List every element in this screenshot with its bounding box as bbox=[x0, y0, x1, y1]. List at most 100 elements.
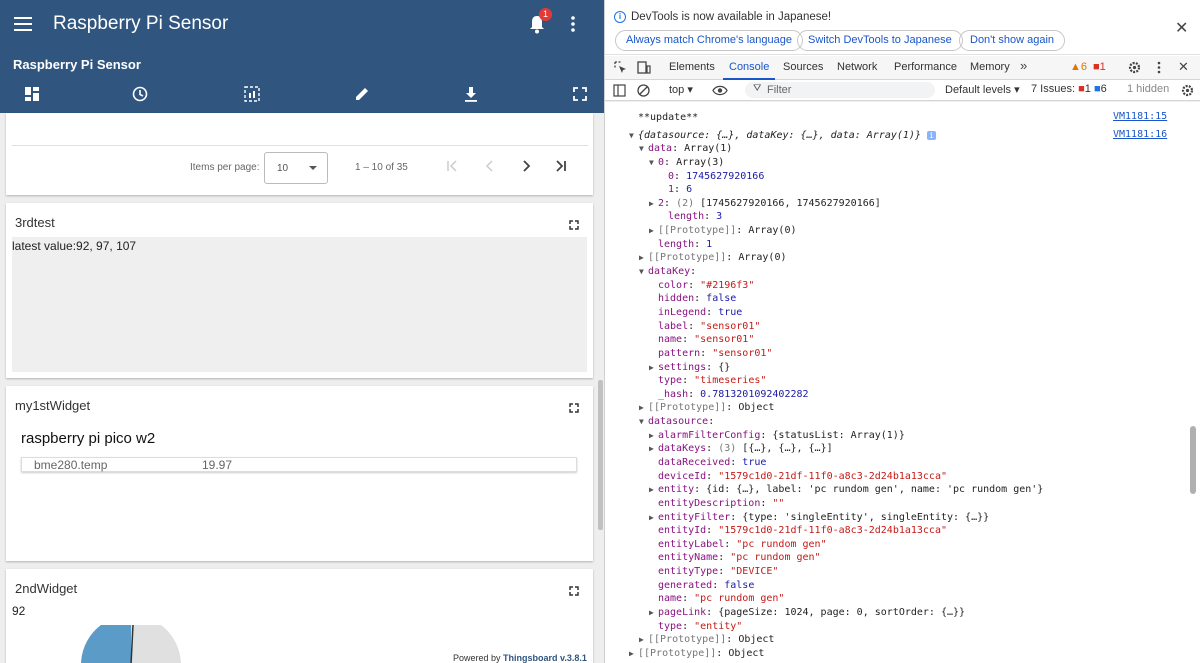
table-widget: Items per page: 10 1 – 10 of 35 bbox=[6, 113, 593, 195]
dashboard-content: Items per page: 10 1 – 10 of 35 3rdtest … bbox=[0, 113, 604, 663]
console-tree-node: length: 1 bbox=[658, 238, 713, 250]
context-select[interactable]: top ▾ bbox=[669, 83, 693, 96]
tab-performance[interactable]: Performance bbox=[894, 61, 957, 73]
last-page-icon[interactable] bbox=[555, 160, 567, 172]
dont-show-button[interactable]: Don't show again bbox=[959, 30, 1066, 51]
tab-elements[interactable]: Elements bbox=[669, 61, 715, 73]
console-tree-node: type: "entity" bbox=[658, 620, 743, 632]
clear-console-icon[interactable] bbox=[637, 84, 650, 97]
console-tree-node[interactable]: ▶ [[Prototype]]: Object bbox=[629, 647, 764, 661]
fullscreen-icon[interactable] bbox=[569, 220, 579, 230]
eye-icon[interactable] bbox=[712, 85, 728, 96]
console-tree-node: hidden: false bbox=[658, 293, 737, 305]
history-icon[interactable] bbox=[132, 86, 148, 102]
download-icon[interactable] bbox=[463, 86, 479, 102]
device-toolbar-icon[interactable] bbox=[637, 61, 651, 74]
console-tree-node: entityLabel: "pc rundom gen" bbox=[658, 538, 827, 550]
console-log-label: **update** bbox=[638, 112, 699, 123]
widget-body: latest value:92, 97, 107 bbox=[12, 237, 587, 372]
console-tree-node[interactable]: ▶ pageLink: {pageSize: 1024, page: 0, sor… bbox=[649, 606, 965, 620]
tab-memory[interactable]: Memory bbox=[970, 61, 1010, 73]
gauge-value: 92 bbox=[12, 604, 26, 618]
fullscreen-icon[interactable] bbox=[572, 86, 588, 102]
close-devtools-icon[interactable]: ✕ bbox=[1178, 59, 1189, 75]
console-tree-node: length: 3 bbox=[668, 211, 723, 223]
console-tree-node[interactable]: ▼ {datasource: {…}, dataKey: {…}, data: A… bbox=[629, 129, 936, 143]
filter-placeholder: Filter bbox=[767, 84, 792, 96]
more-vert-icon[interactable] bbox=[1157, 61, 1161, 74]
console-tree-node[interactable]: ▶ entityFilter: {type: 'singleEntity', si… bbox=[649, 511, 989, 525]
console-filter-bar: top ▾ ⛛ Filter Default levels ▾ 7 Issues… bbox=[605, 80, 1200, 101]
console-settings-icon[interactable] bbox=[1181, 84, 1194, 97]
console-tree-node[interactable]: ▶ entity: {id: {…}, label: 'pc rundom gen… bbox=[649, 483, 1043, 497]
tab-sources[interactable]: Sources bbox=[783, 61, 823, 73]
menu-icon[interactable] bbox=[14, 14, 32, 34]
language-infobar: i DevTools is now available in Japanese!… bbox=[605, 0, 1200, 55]
page-range: 1 – 10 of 35 bbox=[355, 162, 408, 173]
warning-icon[interactable]: ▲6 bbox=[1070, 61, 1087, 73]
widget-title: 2ndWidget bbox=[15, 581, 78, 596]
source-link[interactable]: VM1181:15 bbox=[1113, 111, 1167, 122]
dashboard-layout-icon[interactable] bbox=[24, 86, 40, 102]
fullscreen-icon[interactable] bbox=[569, 403, 579, 413]
info-icon: i bbox=[614, 11, 626, 23]
console-tree-node: dataReceived: true bbox=[658, 457, 767, 468]
infobar-text: DevTools is now available in Japanese! bbox=[631, 11, 832, 23]
dashboard-title: Raspberry Pi Sensor bbox=[13, 57, 141, 72]
switch-japanese-button[interactable]: Switch DevTools to Japanese bbox=[797, 30, 963, 51]
thingsboard-link[interactable]: Thingsboard v.3.8.1 bbox=[503, 653, 587, 663]
prev-page-icon[interactable] bbox=[484, 160, 496, 172]
console-tree-node[interactable]: ▼ data: Array(1) bbox=[639, 142, 732, 156]
console-tree-node[interactable]: ▶ [[Prototype]]: Array(0) bbox=[649, 224, 797, 238]
source-link[interactable]: VM1181:16 bbox=[1113, 129, 1167, 140]
fullscreen-icon[interactable] bbox=[569, 586, 579, 596]
console-tree-node[interactable]: ▶ settings: {} bbox=[649, 361, 730, 375]
filter-input[interactable]: ⛛ Filter bbox=[745, 82, 935, 98]
console-tree-node[interactable]: ▼ dataKey: bbox=[639, 265, 696, 279]
inspect-element-icon[interactable] bbox=[614, 61, 627, 74]
attribute-key: bme280.temp bbox=[34, 458, 108, 472]
settings-gear-icon[interactable] bbox=[1128, 61, 1141, 74]
console-tree-node: label: "sensor01" bbox=[658, 320, 761, 332]
console-tree-node[interactable]: ▶ [[Prototype]]: Object bbox=[639, 633, 774, 647]
close-icon[interactable]: ✕ bbox=[1175, 18, 1188, 38]
more-tabs-icon[interactable]: » bbox=[1020, 58, 1027, 73]
console-tree-node[interactable]: ▶ dataKeys: (3) [{…}, {…}, {…}] bbox=[649, 442, 833, 456]
log-levels-select[interactable]: Default levels ▾ bbox=[945, 83, 1020, 96]
attribute-value: 19.97 bbox=[202, 458, 233, 472]
console-tree-node: pattern: "sensor01" bbox=[658, 347, 773, 359]
console-tree-node[interactable]: ▼ 0: Array(3) bbox=[649, 156, 724, 170]
console-tree-node: entityName: "pc rundom gen" bbox=[658, 552, 821, 564]
next-page-icon[interactable] bbox=[520, 160, 532, 172]
match-language-button[interactable]: Always match Chrome's language bbox=[615, 30, 803, 51]
divider bbox=[12, 145, 588, 146]
console-tree-node: generated: false bbox=[658, 579, 755, 591]
dashboard-toolbar: Raspberry Pi Sensor bbox=[0, 50, 604, 113]
scrollbar[interactable] bbox=[598, 380, 603, 530]
devtools-pane: i DevTools is now available in Japanese!… bbox=[604, 0, 1200, 663]
items-per-page-select[interactable]: 10 bbox=[264, 152, 328, 184]
edit-icon[interactable] bbox=[354, 86, 370, 102]
more-vert-icon[interactable] bbox=[571, 16, 575, 32]
sidebar-toggle-icon[interactable] bbox=[613, 84, 626, 97]
scrollbar[interactable] bbox=[1190, 426, 1196, 494]
hidden-count: 1 hidden bbox=[1127, 83, 1170, 95]
error-icon[interactable]: ■1 bbox=[1093, 61, 1106, 73]
app-title: Raspberry Pi Sensor bbox=[53, 13, 229, 34]
console-tree-node[interactable]: ▶ 2: (2) [1745627920166, 1745627920166] bbox=[649, 197, 881, 211]
gauge-chart bbox=[81, 625, 181, 663]
console-tree-node[interactable]: ▶ [[Prototype]]: Object bbox=[639, 401, 774, 415]
console-tree-node: _hash: 0.7813201092402282 bbox=[658, 388, 809, 400]
tab-console[interactable]: Console bbox=[729, 61, 769, 73]
tab-network[interactable]: Network bbox=[837, 61, 877, 73]
first-page-icon[interactable] bbox=[446, 160, 458, 172]
console-tree-node: 0: 1745627920166 bbox=[668, 170, 765, 182]
widget-my1stwidget: my1stWidget raspberry pi pico w2 bme280.… bbox=[6, 386, 593, 561]
console-tree-node[interactable]: ▶ alarmFilterConfig: {statusList: Array(1… bbox=[649, 429, 905, 443]
issues-counter[interactable]: 7 Issues: ■1 ■6 bbox=[1031, 83, 1107, 95]
widget-title: 3rdtest bbox=[15, 215, 55, 230]
entity-heading: raspberry pi pico w2 bbox=[21, 430, 156, 447]
widget-select-icon[interactable] bbox=[244, 86, 260, 102]
console-tree-node[interactable]: ▶ [[Prototype]]: Array(0) bbox=[639, 251, 787, 265]
console-tree-node[interactable]: ▼ datasource: bbox=[639, 415, 714, 429]
